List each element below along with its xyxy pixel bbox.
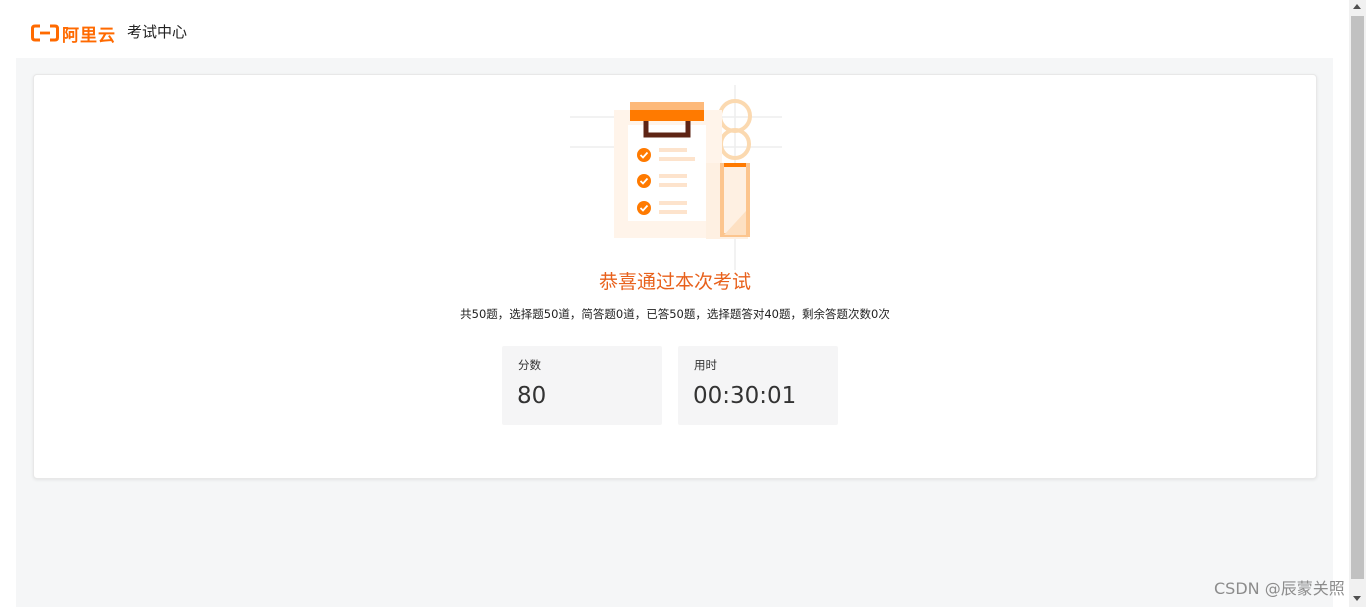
vertical-scrollbar[interactable] (1349, 0, 1366, 607)
check-circle-icon (637, 174, 651, 188)
result-card: 恭喜通过本次考试 共50题，选择题50道，简答题0道，已答50题，选择题答对40… (33, 74, 1317, 479)
scroll-down-icon[interactable] (1353, 596, 1361, 601)
page: 阿里云 考试中心 恭喜通过本次考试 共50题，选择题50道，简答题0道，已答50… (0, 0, 1366, 607)
score-label: 分数 (518, 358, 541, 372)
score-value: 80 (517, 383, 547, 409)
scroll-up-icon[interactable] (1353, 4, 1361, 9)
result-title: 恭喜通过本次考试 (598, 271, 751, 293)
time-label: 用时 (694, 358, 717, 372)
exam-clipboard-illustration (570, 85, 782, 270)
header: 阿里云 考试中心 (0, 0, 1349, 58)
aliyun-logo[interactable]: 阿里云 (31, 22, 116, 46)
result-summary: 共50题，选择题50道，简答题0道，已答50题，选择题答对40题，剩余答题次数0… (460, 307, 890, 321)
score-card: 分数 80 (502, 346, 662, 425)
logo-text: 阿里云 (62, 25, 116, 46)
time-value: 00:30:01 (693, 383, 797, 409)
app-title[interactable]: 考试中心 (127, 22, 187, 42)
check-circle-icon (637, 148, 651, 162)
aliyun-logo-icon (31, 24, 59, 42)
check-circle-icon (637, 201, 651, 215)
time-card: 用时 00:30:01 (678, 346, 838, 425)
watermark: CSDN @辰蒙关照 (1214, 579, 1345, 598)
scroll-thumb[interactable] (1351, 16, 1364, 579)
